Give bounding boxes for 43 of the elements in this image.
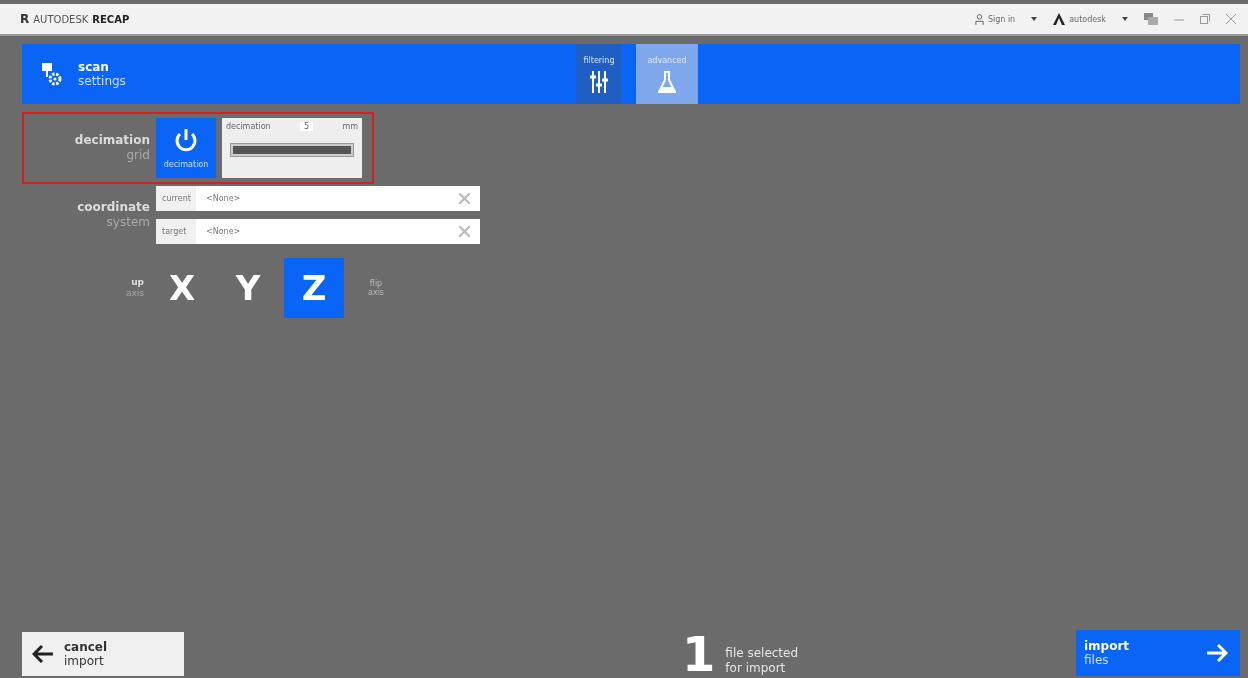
unit-label: mm	[342, 122, 358, 131]
value-field[interactable]: 5	[299, 122, 314, 131]
arrow-right-icon	[1206, 644, 1228, 662]
person-icon	[974, 13, 984, 25]
app-title: RECAP	[92, 13, 130, 25]
sliders-icon	[590, 70, 608, 93]
setting-label: decimation	[74, 133, 150, 148]
flask-icon	[658, 70, 676, 93]
caret-icon[interactable]	[1122, 17, 1128, 21]
caret-icon[interactable]	[1031, 17, 1038, 21]
header-title: scan	[78, 60, 110, 74]
count-label: for import	[725, 661, 787, 676]
setting-label: coordinate	[77, 200, 150, 215]
scan-settings-icon	[40, 62, 64, 86]
setting-label: up	[131, 277, 144, 288]
power-icon	[173, 127, 199, 154]
flip-axis-button[interactable]: flip axis	[362, 278, 391, 298]
setting-sublabel: system	[106, 215, 150, 230]
close-icon[interactable]	[1226, 14, 1236, 24]
arrow-left-icon	[32, 645, 54, 663]
import-button[interactable]: import files	[1076, 630, 1240, 676]
autodesk-logo-icon	[1053, 13, 1066, 25]
cancel-button[interactable]: cancel import	[22, 632, 184, 676]
maximize-icon[interactable]	[1200, 14, 1210, 24]
power-button[interactable]: decimation	[156, 118, 216, 178]
axis-button[interactable]: Z	[284, 258, 344, 318]
clear-icon[interactable]	[459, 226, 470, 237]
coordinate-field[interactable]: target <None>	[156, 219, 480, 244]
coordinate-field[interactable]: current <None>	[156, 186, 480, 211]
user-button[interactable]: autodesk	[1053, 13, 1106, 25]
axis-button[interactable]: Y	[218, 258, 278, 318]
axis-button[interactable]: X	[152, 258, 212, 318]
setting-sublabel: grid	[126, 148, 150, 163]
count-label: file selected	[725, 646, 799, 661]
windows-icon[interactable]	[1144, 13, 1158, 25]
settings-tab[interactable]: filtering	[576, 44, 622, 104]
clear-icon[interactable]	[459, 193, 470, 204]
field-label: decimation	[226, 122, 271, 131]
logo-text: R	[20, 12, 30, 26]
header-subtitle: settings	[78, 74, 126, 88]
file-count: 1	[681, 632, 716, 676]
brand-text: AUTODESK	[33, 13, 89, 25]
sign-in-button[interactable]: Sign in	[974, 13, 1016, 25]
